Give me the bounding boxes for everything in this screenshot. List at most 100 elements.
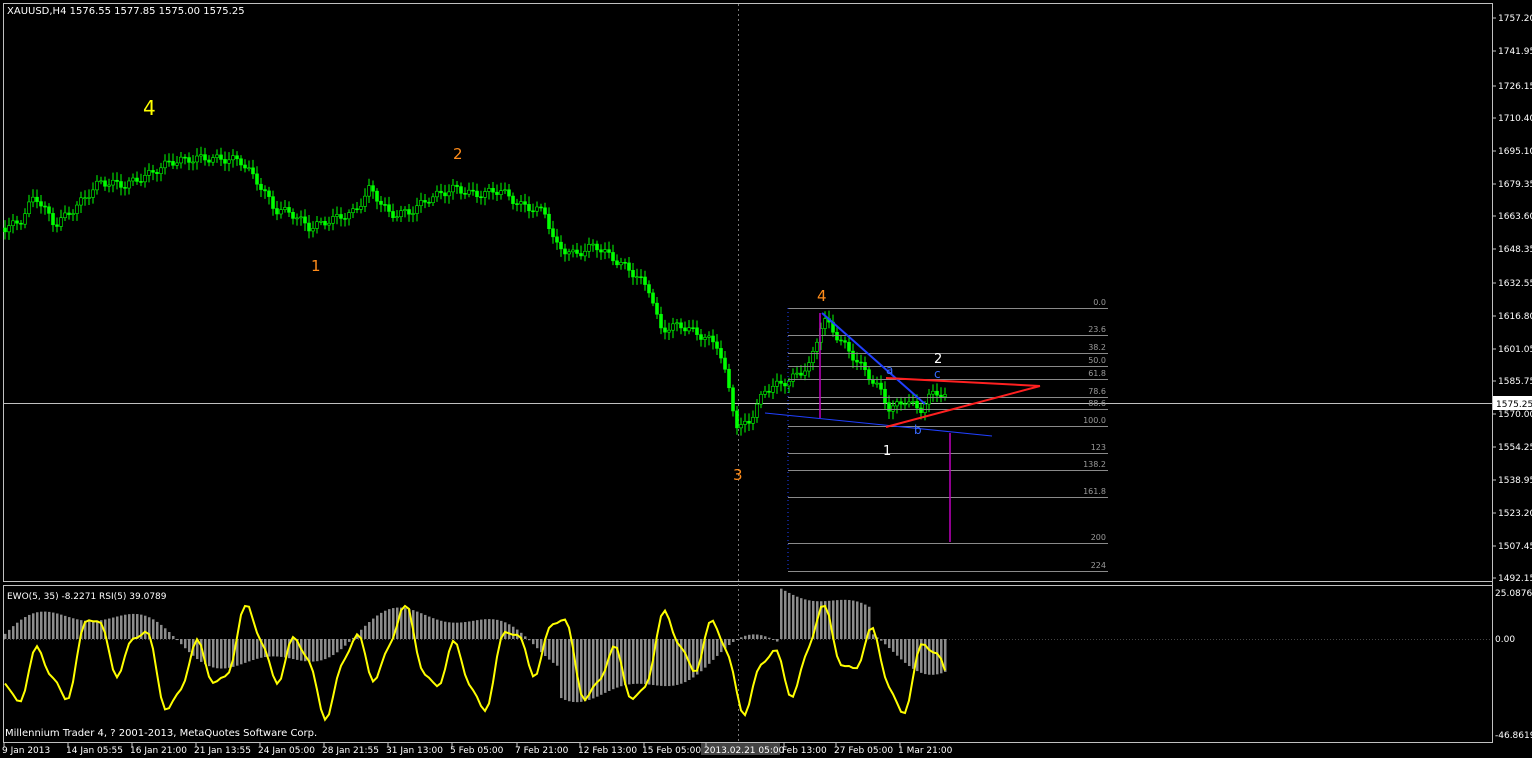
candle-body — [287, 207, 291, 213]
ewo-bar — [480, 619, 483, 639]
candle-body — [47, 206, 51, 214]
candle-body — [103, 180, 107, 187]
ewo-bar — [280, 639, 283, 657]
candle-body — [735, 410, 739, 429]
ewo-bar — [448, 622, 451, 639]
candle-body — [207, 159, 211, 163]
candle-body — [431, 196, 435, 203]
wave-label-1-minor: 1 — [883, 444, 891, 459]
candle-body — [111, 179, 115, 186]
candle-body — [539, 206, 543, 209]
ewo-bar — [788, 592, 791, 639]
candle-body — [323, 221, 327, 226]
ewo-bar — [900, 639, 903, 660]
candle-body — [655, 302, 659, 315]
candle-body — [91, 189, 95, 198]
indicator-scale-bottom: -46.8619 — [1495, 731, 1532, 741]
candle-body — [311, 228, 315, 232]
ewo-bar — [116, 616, 119, 639]
candle-body — [899, 401, 903, 405]
ewo-bar — [556, 639, 559, 666]
candle-body — [143, 175, 147, 183]
candle-body — [907, 401, 911, 405]
ewo-bar — [908, 639, 911, 667]
ewo-bar — [292, 639, 295, 660]
ewo-bar — [132, 613, 135, 639]
ewo-bar — [856, 601, 859, 639]
candle-body — [263, 189, 267, 192]
candle-body — [599, 249, 603, 253]
candle-body — [295, 217, 299, 220]
ewo-bar — [772, 639, 775, 640]
indicator-frame — [3, 585, 1493, 743]
chart-window[interactable]: 0.023.638.250.061.878.688.6100.0123138.2… — [0, 0, 1532, 758]
ewo-bar — [252, 639, 255, 661]
ewo-bar — [52, 612, 55, 639]
ewo-bar — [432, 618, 435, 639]
ewo-bar — [108, 618, 111, 639]
ewo-bar — [224, 639, 227, 669]
time-tick-label: 12 Feb 13:00 — [578, 746, 637, 756]
ewo-bar — [460, 622, 463, 639]
candle-body — [555, 236, 559, 243]
candle-body — [799, 372, 803, 376]
ewo-bar — [344, 639, 347, 646]
ewo-bar — [156, 621, 159, 639]
ewo-bar — [376, 615, 379, 639]
candle-body — [607, 249, 611, 253]
candle-body — [747, 420, 751, 424]
candle-body — [343, 218, 347, 220]
time-tick-label: 28 Jan 21:55 — [322, 746, 379, 756]
ewo-bar — [248, 639, 251, 662]
price-scale[interactable]: 1757.20 1741.95 1726.15 1710.40 1695.10 1679.… — [1492, 14, 1532, 584]
ewo-bar — [484, 619, 487, 639]
ewo-bar — [276, 639, 279, 657]
candle-body — [519, 201, 523, 205]
candle-body — [631, 270, 635, 278]
main-chart-frame — [3, 3, 1493, 582]
candle-body — [463, 192, 467, 195]
candle-body — [11, 220, 15, 226]
candle-body — [587, 244, 591, 252]
time-tick-label: 14 Jan 05:55 — [66, 746, 123, 756]
candle-body — [75, 204, 79, 214]
ewo-bar — [440, 620, 443, 639]
candle-body — [755, 403, 759, 418]
candle-body — [471, 189, 475, 192]
candle-body — [155, 171, 159, 174]
fib-level-label: 100.0 — [1083, 416, 1106, 425]
candle-body — [331, 216, 335, 224]
price-tick-label: 1538.95 — [1498, 476, 1532, 486]
ewo-bar — [928, 639, 931, 675]
candle-body — [51, 213, 55, 226]
candle-body — [787, 381, 791, 387]
ewo-bar — [228, 639, 231, 668]
ewo-bar — [44, 611, 47, 639]
indicator-scale-zero: 0.00 — [1495, 635, 1515, 645]
ewo-bar — [152, 619, 155, 639]
candle-body — [527, 204, 531, 212]
ewo-bar — [468, 621, 471, 639]
trendline-blue-support[interactable] — [764, 412, 993, 437]
candle-body — [775, 380, 779, 387]
price-tick-label: 1632.55 — [1498, 279, 1532, 289]
trendline-blue-down[interactable] — [821, 312, 926, 405]
candle-body — [931, 390, 935, 395]
ewo-bar — [4, 633, 7, 639]
candle-body — [351, 208, 355, 213]
candle-body — [147, 170, 151, 176]
candle-body — [603, 249, 607, 253]
ewo-histogram — [4, 588, 947, 703]
candle-body — [503, 189, 507, 192]
candle-body — [415, 205, 419, 214]
time-axis[interactable]: 9 Jan 2013 14 Jan 05:55 16 Jan 21:00 21 Jan… — [2, 743, 953, 756]
candle-body — [255, 173, 259, 185]
candle-body — [479, 196, 483, 199]
ewo-bar — [632, 639, 635, 684]
ewo-bar — [472, 620, 475, 639]
ewo-bar — [144, 615, 147, 639]
time-tick-label: 7 Feb 21:00 — [515, 746, 569, 756]
candle-body — [579, 253, 583, 257]
candle-body — [623, 262, 627, 264]
candle-body — [211, 157, 215, 163]
